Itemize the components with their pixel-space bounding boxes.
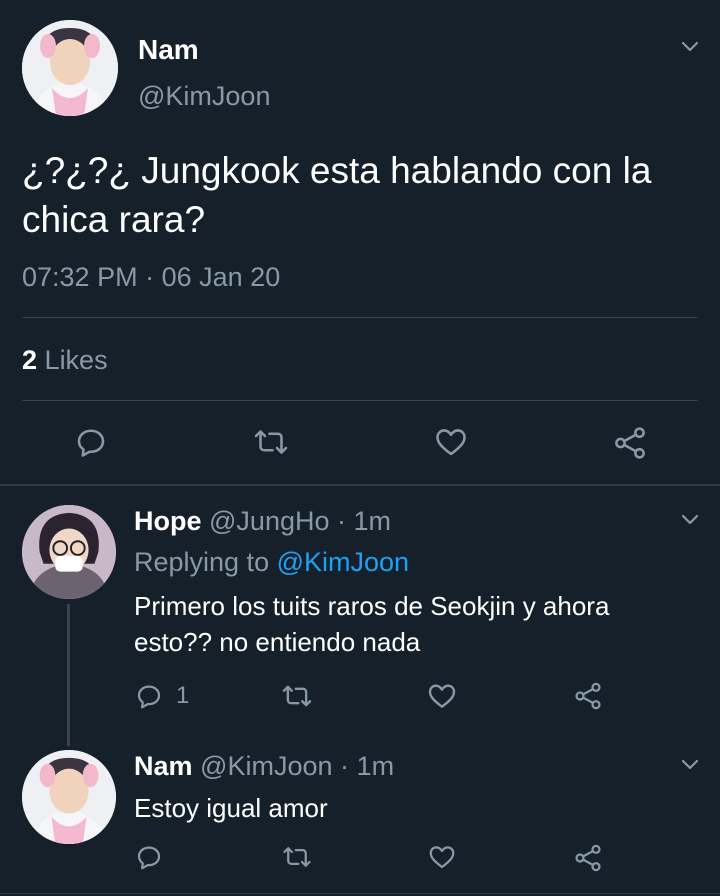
reply-text: Primero los tuits raros de Seokjin y aho… xyxy=(134,591,610,657)
reply-button[interactable]: 1 xyxy=(134,680,189,712)
retweet-icon[interactable] xyxy=(280,680,314,712)
likes-stat[interactable]: 2 Likes xyxy=(22,344,108,376)
divider xyxy=(22,400,698,401)
retweet-icon[interactable] xyxy=(251,424,291,460)
like-icon[interactable] xyxy=(426,680,458,712)
likes-count: 2 xyxy=(22,345,38,375)
tweet-text: ¿?¿?¿ Jungkook esta hablando con la chic… xyxy=(22,150,652,240)
tweet-timestamp: 07:32 PM · 06 Jan 20 xyxy=(22,261,280,293)
reply-author-handle[interactable]: @JungHo xyxy=(209,506,329,536)
reply-icon[interactable] xyxy=(73,424,109,460)
avatar-nam[interactable] xyxy=(22,20,118,116)
divider xyxy=(22,317,698,318)
retweet-icon[interactable] xyxy=(280,842,314,872)
section-divider xyxy=(0,893,720,894)
likes-label: Likes xyxy=(44,345,108,375)
tweet-time: 07:32 PM xyxy=(22,262,138,292)
reply-time: 1m xyxy=(353,506,392,536)
reply-header: Nam @KimJoon · 1m xyxy=(134,750,394,782)
share-icon[interactable] xyxy=(611,424,649,462)
replying-to: Replying to @KimJoon xyxy=(134,546,409,578)
separator-dot: · xyxy=(340,751,350,781)
separator-dot: · xyxy=(145,262,155,292)
reply-icon[interactable] xyxy=(134,842,164,872)
reply-header: Hope @JungHo · 1m xyxy=(134,505,391,537)
tweet-date: 06 Jan 20 xyxy=(161,262,281,292)
separator-dot: · xyxy=(337,506,347,536)
reply-icon xyxy=(134,681,164,711)
section-divider xyxy=(0,484,720,486)
replying-to-label: Replying to xyxy=(134,547,270,577)
reply-count: 1 xyxy=(176,682,190,709)
like-icon[interactable] xyxy=(432,424,470,460)
avatar-hope[interactable] xyxy=(22,505,116,599)
reply-author-name[interactable]: Nam xyxy=(134,751,193,781)
chevron-down-icon[interactable] xyxy=(678,752,702,776)
reply-author-handle[interactable]: @KimJoon xyxy=(200,751,332,781)
reply-author-name[interactable]: Hope xyxy=(134,506,202,536)
chevron-down-icon[interactable] xyxy=(678,34,702,58)
author-handle[interactable]: @KimJoon xyxy=(138,80,270,112)
chevron-down-icon[interactable] xyxy=(678,507,702,531)
author-name[interactable]: Nam xyxy=(138,34,199,66)
share-icon[interactable] xyxy=(572,842,604,874)
avatar-nam[interactable] xyxy=(22,750,116,844)
replying-to-handle[interactable]: @KimJoon xyxy=(277,547,409,577)
reply-time: 1m xyxy=(356,751,395,781)
reply-text: Estoy igual amor xyxy=(134,793,328,823)
share-icon[interactable] xyxy=(572,680,604,712)
like-icon[interactable] xyxy=(426,842,458,872)
thread-line xyxy=(67,604,70,746)
